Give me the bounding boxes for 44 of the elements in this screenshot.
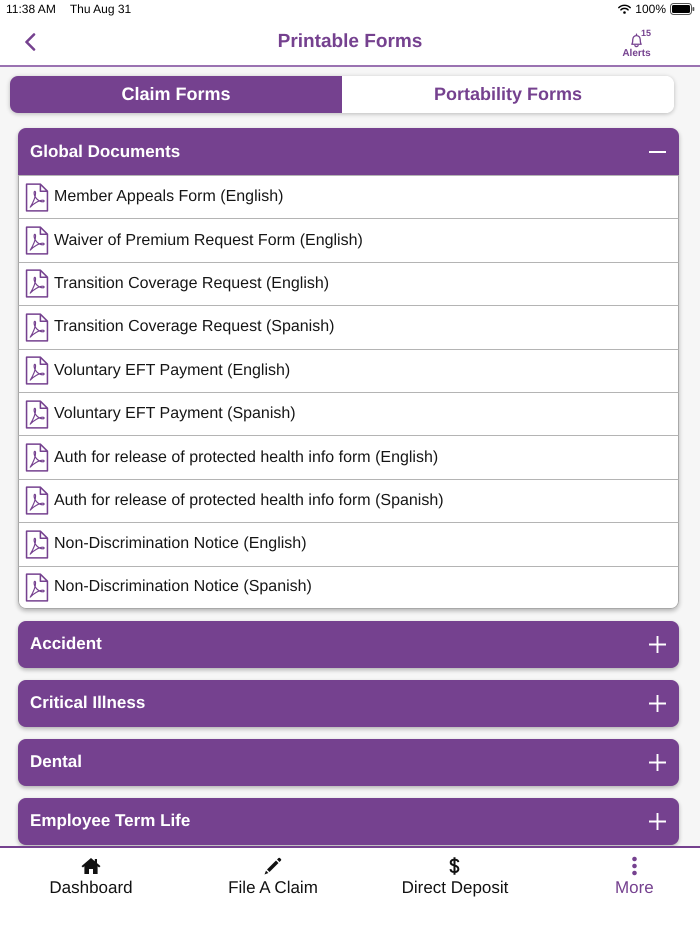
form-row[interactable]: Waiver of Premium Request Form (English) [18,218,679,262]
section-header[interactable]: Critical Illness [18,680,679,727]
section-header[interactable]: Employee Term Life [18,798,679,845]
wifi-icon [618,4,632,14]
pdf-document-icon [25,486,49,516]
form-row[interactable]: Transition Coverage Request (Spanish) [18,305,679,349]
pdf-document-icon [25,443,49,472]
segment-tab[interactable]: Claim Forms [10,76,342,113]
tab-bar-button[interactable]: More [615,848,654,898]
pdf-document-icon [25,269,49,298]
pdf-document-icon [25,312,49,342]
form-row[interactable]: Auth for release of protected health info form (Spanish) [18,478,679,522]
battery-icon [670,3,695,15]
form-row[interactable]: Non-Discrimination Notice (Spanish) [18,566,679,609]
home-icon [80,856,101,876]
tab-bar-button[interactable]: Dashboard [49,848,133,898]
form-row[interactable]: Voluntary EFT Payment (English) [18,348,679,392]
section-header[interactable]: Accident [18,620,679,668]
pdf-document-icon [25,530,49,559]
vertical-dots-icon [632,856,637,876]
form-row[interactable]: Auth for release of protected health info form (English) [18,435,679,479]
form-row[interactable]: Member Appeals Form (English) [18,175,679,218]
page-title: Printable Forms [276,30,424,52]
status-time: 11:38 AM [6,2,56,16]
tab-bar-button[interactable]: File A Claim [228,848,318,898]
back-icon[interactable] [24,32,36,50]
pdf-document-icon [25,182,49,212]
alerts-button[interactable]: 15 Alerts [622,28,652,60]
section-header[interactable]: Global Documents [18,128,679,175]
tab-bar-button[interactable]: Direct Deposit [402,848,508,898]
dollar-icon [449,856,460,876]
status-date: Thu Aug 31 [70,2,132,16]
form-row[interactable]: Voluntary EFT Payment (Spanish) [18,392,679,436]
pdf-document-icon [25,226,49,256]
pdf-document-icon [25,572,49,602]
pencil-icon [264,856,282,876]
battery-percent: 100% [635,2,666,16]
alert-count: 15 [641,28,652,38]
section-header[interactable]: Dental [18,738,679,786]
pdf-document-icon [25,400,49,429]
form-row[interactable]: Non-Discrimination Notice (English) [18,522,679,566]
form-row[interactable]: Transition Coverage Request (English) [18,262,679,306]
pdf-document-icon [25,356,49,386]
segment-tab[interactable]: Portability Forms [342,76,674,113]
